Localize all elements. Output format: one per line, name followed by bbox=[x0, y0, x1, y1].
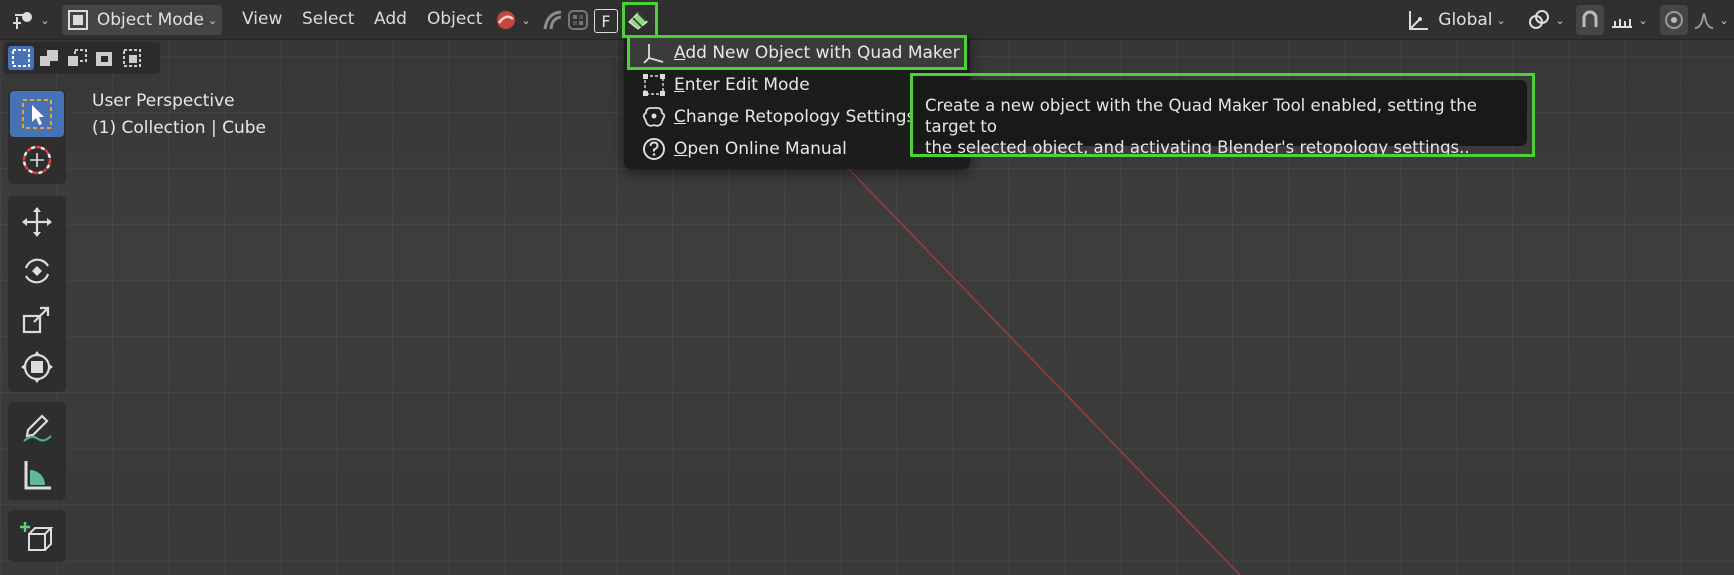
select-extend-icon bbox=[40, 50, 58, 66]
transform-orientation-dropdown[interactable]: Global ⌄ bbox=[1402, 5, 1510, 35]
curve-tool-button[interactable] bbox=[540, 5, 564, 35]
annotate-pencil-icon bbox=[23, 414, 52, 442]
tool-group-annotate bbox=[8, 402, 66, 500]
menu-view[interactable]: View bbox=[242, 9, 282, 29]
select-invert-icon bbox=[96, 52, 112, 66]
texture-tool-button[interactable] bbox=[566, 5, 590, 35]
edit-mode-icon bbox=[643, 74, 665, 96]
perspective-label: User Perspective bbox=[92, 91, 235, 111]
viewport-header: ⌄ Object Mode ⌄ View Select Add Object ⌄… bbox=[0, 0, 1734, 40]
addon-red-icon bbox=[497, 11, 516, 29]
mode-dropdown[interactable]: Object Mode ⌄ bbox=[62, 5, 222, 35]
mode-label: Object Mode bbox=[96, 10, 204, 30]
add-cube-icon bbox=[20, 522, 54, 551]
select-extend-button[interactable] bbox=[36, 46, 62, 70]
checker-icon bbox=[568, 10, 588, 30]
add-object-icon bbox=[643, 44, 664, 64]
proportional-edit-icon bbox=[1665, 11, 1683, 29]
chevron-down-icon: ⌄ bbox=[1719, 13, 1729, 27]
help-icon bbox=[643, 138, 665, 160]
select-intersect-button[interactable] bbox=[120, 46, 146, 70]
menu-item-label: Open Online Manual bbox=[674, 139, 847, 159]
chevron-down-icon: ⌄ bbox=[207, 13, 218, 27]
select-invert-button[interactable] bbox=[92, 46, 118, 70]
curve-icon bbox=[543, 10, 562, 30]
quad-maker-icon bbox=[628, 12, 648, 30]
chevron-down-icon: ⌄ bbox=[1555, 13, 1565, 27]
rotate-icon bbox=[24, 258, 50, 284]
falloff-dropdown[interactable]: ⌄ bbox=[1692, 5, 1730, 35]
quad-maker-button[interactable] bbox=[624, 5, 652, 35]
editor-type-icon bbox=[13, 12, 33, 29]
tooltip: Create a new object with the Quad Maker … bbox=[913, 80, 1527, 157]
menu-item-label: Enter Edit Mode bbox=[674, 75, 810, 95]
select-box-tool[interactable] bbox=[10, 91, 64, 137]
proportional-editing-toggle[interactable] bbox=[1660, 5, 1688, 35]
select-subtract-icon bbox=[68, 49, 87, 66]
cursor-tool[interactable] bbox=[10, 137, 64, 183]
menu-object[interactable]: Object bbox=[427, 9, 482, 29]
move-tool[interactable] bbox=[10, 199, 64, 245]
falloff-curve-icon bbox=[1695, 13, 1714, 29]
snap-increment-icon bbox=[1612, 19, 1633, 28]
orientation-label: Global bbox=[1438, 10, 1493, 30]
select-new-button[interactable] bbox=[8, 46, 34, 70]
tooltip-line-1: Create a new object with the Quad Maker … bbox=[925, 96, 1477, 136]
tool-group-transform bbox=[8, 196, 66, 392]
menu-item-add-new-object[interactable]: Add New Object with Quad Maker bbox=[628, 38, 966, 68]
add-cube-tool[interactable] bbox=[10, 513, 64, 559]
select-new-icon bbox=[12, 49, 30, 67]
orientation-icon bbox=[1409, 11, 1429, 30]
select-subtract-button[interactable] bbox=[64, 46, 90, 70]
pivot-point-dropdown[interactable]: ⌄ bbox=[1524, 5, 1568, 35]
chevron-down-icon: ⌄ bbox=[1496, 13, 1506, 27]
select-intersect-icon bbox=[123, 49, 141, 67]
transform-tool[interactable] bbox=[10, 344, 64, 390]
magnet-icon bbox=[1582, 10, 1598, 27]
pivot-icon bbox=[1529, 10, 1550, 29]
editor-type-button[interactable]: ⌄ bbox=[8, 5, 52, 35]
settings-icon bbox=[642, 107, 666, 127]
tool-group-add bbox=[8, 510, 66, 562]
scale-icon bbox=[22, 306, 50, 334]
transform-icon bbox=[21, 351, 53, 383]
menu-select[interactable]: Select bbox=[302, 9, 354, 29]
snap-target-dropdown[interactable]: ⌄ bbox=[1606, 5, 1652, 35]
chevron-down-icon: ⌄ bbox=[1638, 13, 1648, 27]
measure-ruler-icon bbox=[24, 461, 51, 490]
select-box-icon bbox=[22, 99, 52, 129]
move-icon bbox=[22, 207, 52, 237]
f-button[interactable]: F bbox=[594, 9, 618, 33]
chevron-down-icon: ⌄ bbox=[40, 13, 50, 27]
cursor-icon bbox=[22, 145, 52, 175]
rotate-tool[interactable] bbox=[10, 248, 64, 294]
annotate-tool[interactable] bbox=[10, 404, 64, 450]
chevron-down-icon: ⌄ bbox=[521, 13, 531, 27]
selection-mode-group bbox=[4, 42, 160, 74]
menu-item-label: Add New Object with Quad Maker bbox=[674, 43, 960, 63]
scale-tool[interactable] bbox=[10, 296, 64, 342]
tool-group-select bbox=[8, 90, 66, 184]
collection-label: (1) Collection | Cube bbox=[92, 118, 267, 138]
addon-red-button[interactable]: ⌄ bbox=[490, 5, 536, 35]
tooltip-line-2: the selected object, and activating Blen… bbox=[925, 138, 1470, 157]
menu-item-label: Change Retopology Settings bbox=[674, 107, 916, 127]
measure-tool[interactable] bbox=[10, 452, 64, 498]
menu-add[interactable]: Add bbox=[374, 9, 407, 29]
snap-toggle[interactable] bbox=[1576, 5, 1604, 35]
object-mode-icon bbox=[67, 10, 88, 30]
